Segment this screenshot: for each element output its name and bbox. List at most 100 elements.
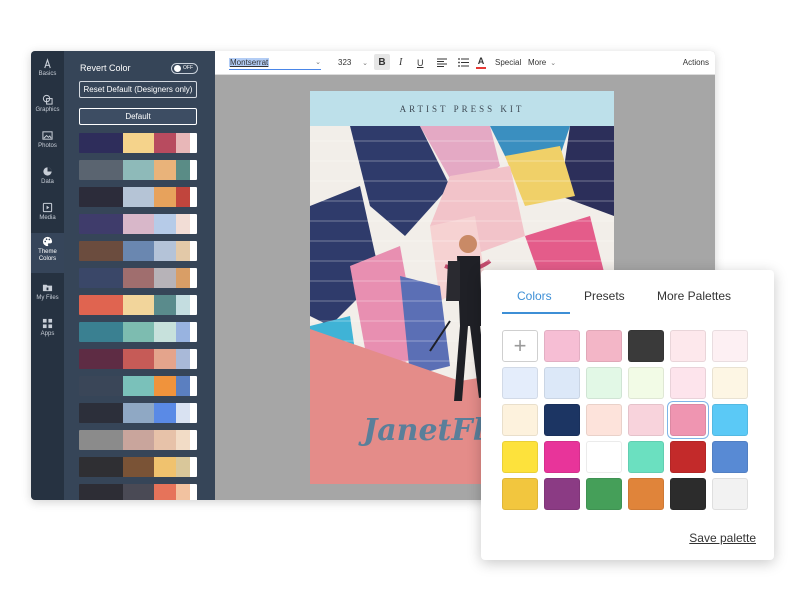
- color-swatch[interactable]: [670, 367, 706, 399]
- list-button[interactable]: [458, 51, 469, 74]
- color-swatch[interactable]: [712, 367, 748, 399]
- color-swatch[interactable]: [586, 330, 622, 362]
- color-swatch[interactable]: [712, 478, 748, 510]
- color-swatch[interactable]: [544, 441, 580, 473]
- rail-item-my-files[interactable]: My Files: [31, 279, 64, 313]
- palette-color-segment: [176, 187, 190, 207]
- palette-row[interactable]: [79, 430, 197, 450]
- palette-color-segment: [176, 322, 190, 342]
- underline-button[interactable]: U: [417, 51, 424, 74]
- palette-row[interactable]: [79, 133, 197, 153]
- color-swatch[interactable]: [668, 402, 708, 438]
- rail-label-theme-colors: Theme Colors: [38, 249, 57, 262]
- reset-default-button[interactable]: Reset Default (Designers only): [79, 81, 197, 98]
- color-picker-popup: Colors Presets More Palettes + Save pale…: [481, 270, 774, 560]
- palette-row[interactable]: [79, 214, 197, 234]
- color-swatch[interactable]: [544, 330, 580, 362]
- color-swatch[interactable]: [628, 404, 664, 436]
- palette-row[interactable]: [79, 484, 197, 500]
- color-swatch[interactable]: [502, 367, 538, 399]
- color-swatch[interactable]: [628, 478, 664, 510]
- palette-color-segment: [154, 457, 176, 477]
- palette-row[interactable]: [79, 403, 197, 423]
- revert-color-row: Revert Color OFF: [80, 61, 198, 75]
- italic-button[interactable]: I: [399, 51, 402, 74]
- color-swatch[interactable]: [586, 367, 622, 399]
- palette-color-segment: [154, 268, 176, 288]
- rail-item-graphics[interactable]: Graphics: [31, 91, 64, 125]
- rail-label-data: Data: [41, 179, 54, 185]
- palette-color-segment: [176, 457, 190, 477]
- palette-row[interactable]: [79, 322, 197, 342]
- palette-color-segment: [79, 322, 123, 342]
- text-color-indicator: [476, 67, 486, 69]
- font-family-select[interactable]: Montserrat ⌄: [229, 55, 321, 70]
- tab-more-palettes[interactable]: More Palettes: [657, 289, 731, 303]
- color-swatch[interactable]: [586, 441, 622, 473]
- palette-color-segment: [154, 349, 176, 369]
- rail-item-theme-colors[interactable]: Theme Colors: [31, 233, 64, 273]
- color-swatch[interactable]: [712, 441, 748, 473]
- palette-color-segment: [123, 322, 154, 342]
- document-title: ARTIST PRESS KIT: [399, 103, 525, 114]
- color-swatch[interactable]: [502, 404, 538, 436]
- color-swatch[interactable]: [544, 367, 580, 399]
- font-size-select[interactable]: 323 ⌄: [338, 51, 368, 74]
- palette-color-segment: [154, 133, 176, 153]
- color-swatch[interactable]: [670, 441, 706, 473]
- graphics-icon: [42, 94, 53, 105]
- rail-item-media[interactable]: Media: [31, 199, 64, 233]
- palette-row[interactable]: [79, 349, 197, 369]
- palette-row[interactable]: [79, 376, 197, 396]
- color-swatch[interactable]: [628, 441, 664, 473]
- save-palette-link[interactable]: Save palette: [689, 531, 756, 545]
- tab-colors[interactable]: Colors: [517, 289, 552, 303]
- palette-color-segment: [154, 295, 176, 315]
- palette-row[interactable]: [79, 295, 197, 315]
- color-swatch[interactable]: [544, 404, 580, 436]
- more-button[interactable]: More ⌄: [528, 51, 556, 74]
- palette-row[interactable]: [79, 160, 197, 180]
- rail-label-graphics: Graphics: [35, 107, 60, 113]
- palette-color-segment: [190, 214, 197, 234]
- color-swatch[interactable]: [586, 404, 622, 436]
- bold-button[interactable]: B: [374, 54, 390, 70]
- color-swatch[interactable]: [502, 478, 538, 510]
- palette-row[interactable]: [79, 187, 197, 207]
- text-color-button[interactable]: A: [476, 51, 486, 74]
- chevron-down-icon: ⌄: [362, 59, 368, 67]
- color-swatch[interactable]: [628, 367, 664, 399]
- palette-color-segment: [123, 457, 154, 477]
- color-swatch[interactable]: [502, 441, 538, 473]
- special-button[interactable]: Special: [495, 51, 521, 74]
- palette-color-segment: [79, 214, 123, 234]
- actions-button[interactable]: Actions: [683, 51, 709, 74]
- palette-row[interactable]: [79, 268, 197, 288]
- color-swatch[interactable]: [628, 330, 664, 362]
- color-swatch[interactable]: [544, 478, 580, 510]
- revert-color-toggle[interactable]: OFF: [171, 62, 198, 74]
- align-button[interactable]: [437, 51, 447, 74]
- color-swatch[interactable]: [712, 404, 748, 436]
- palette-row[interactable]: [79, 457, 197, 477]
- palette-row[interactable]: [79, 241, 197, 261]
- color-swatch[interactable]: [586, 478, 622, 510]
- palette-color-segment: [123, 133, 154, 153]
- color-swatch[interactable]: [712, 330, 748, 362]
- palette-color-segment: [190, 349, 197, 369]
- rail-item-basics[interactable]: Basics: [31, 55, 64, 89]
- default-button[interactable]: Default: [79, 108, 197, 125]
- color-swatch[interactable]: [670, 478, 706, 510]
- rail-item-apps[interactable]: Apps: [31, 315, 64, 349]
- color-swatch[interactable]: [670, 330, 706, 362]
- palette-color-segment: [79, 457, 123, 477]
- tab-presets[interactable]: Presets: [584, 289, 625, 303]
- rail-item-data[interactable]: Data: [31, 163, 64, 197]
- rail-item-photos[interactable]: Photos: [31, 127, 64, 161]
- files-icon: [42, 284, 53, 292]
- add-color-button[interactable]: +: [502, 330, 538, 362]
- chevron-down-icon: ⌄: [550, 59, 557, 67]
- palette-color-segment: [123, 349, 154, 369]
- palette-color-segment: [79, 133, 123, 153]
- media-icon: [42, 202, 53, 213]
